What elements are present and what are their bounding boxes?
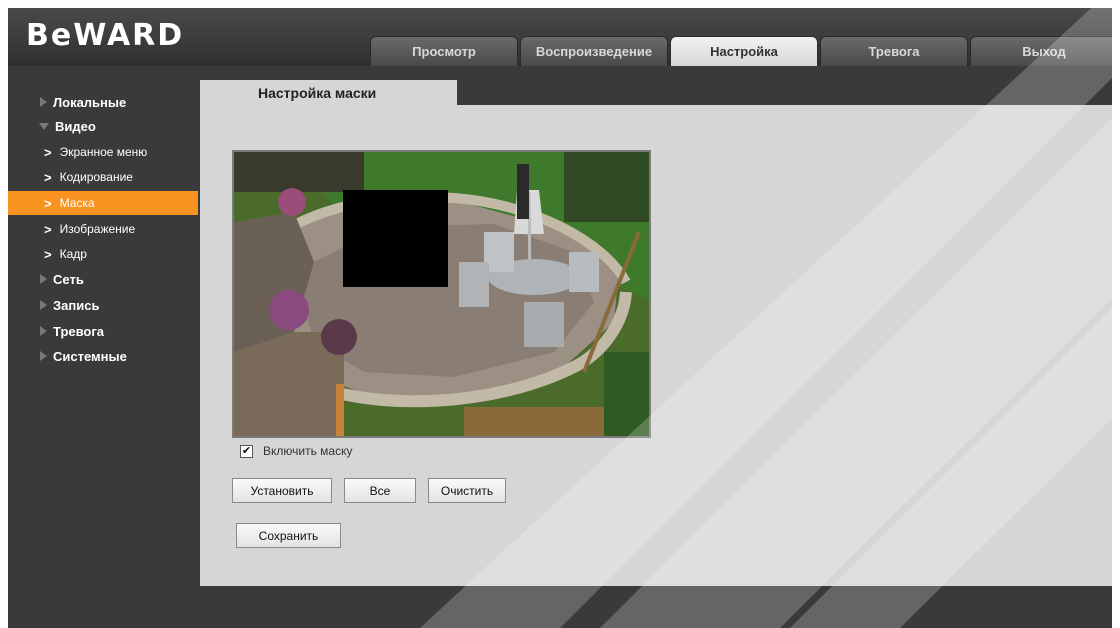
sidebar-subitem-label: Маска	[59, 196, 95, 210]
enable-mask-checkbox[interactable]: ✔	[240, 444, 253, 458]
beward-logo: BeWARD	[26, 18, 185, 53]
sidebar-subitem-image[interactable]: > Изображение	[8, 217, 198, 241]
app-window: BeWARD Просмотр Воспроизведение Настройк…	[8, 8, 1112, 628]
content-panel: Настройка маски ✔ Включить маску Установ…	[200, 80, 1112, 586]
sidebar-subitem-label: Кадр	[59, 247, 87, 261]
sidebar: Локальные Видео > Экранное меню > Кодиро…	[8, 66, 200, 628]
sidebar-item-alarm[interactable]: Тревога	[8, 319, 198, 343]
sidebar-subitem-label: Экранное меню	[59, 145, 148, 159]
triangle-right-icon	[40, 97, 47, 107]
sidebar-item-label: Системные	[53, 348, 127, 364]
privacy-mask-region[interactable]	[343, 190, 448, 287]
chevron-right-icon: >	[44, 195, 52, 211]
header: BeWARD Просмотр Воспроизведение Настройк…	[8, 8, 1112, 66]
triangle-down-icon	[39, 122, 49, 130]
save-button[interactable]: Сохранить	[236, 523, 341, 548]
chevron-right-icon: >	[44, 246, 52, 262]
sidebar-item-label: Локальные	[53, 94, 127, 110]
sidebar-item-label: Видео	[55, 118, 96, 134]
sidebar-item-label: Запись	[53, 297, 100, 313]
all-button[interactable]: Все	[344, 478, 416, 503]
video-preview[interactable]	[232, 150, 651, 438]
tab-settings[interactable]: Настройка	[670, 36, 818, 66]
sidebar-subitem-osd[interactable]: > Экранное меню	[8, 140, 198, 164]
tab-view[interactable]: Просмотр	[370, 36, 518, 66]
chevron-right-icon: >	[44, 144, 52, 160]
sidebar-subitem-label: Изображение	[59, 222, 136, 236]
set-button[interactable]: Установить	[232, 478, 332, 503]
sidebar-subitem-mask[interactable]: > Маска	[8, 191, 198, 215]
tab-logout[interactable]: Выход	[970, 36, 1112, 66]
enable-mask-label: Включить маску	[263, 444, 353, 458]
clear-button[interactable]: Очистить	[428, 478, 506, 503]
sidebar-subitem-encoding[interactable]: > Кодирование	[8, 165, 198, 189]
sidebar-subitem-frame[interactable]: > Кадр	[8, 242, 198, 266]
sidebar-item-label: Тревога	[53, 323, 105, 339]
triangle-right-icon	[40, 274, 47, 284]
sidebar-item-video[interactable]: Видео	[8, 114, 198, 138]
triangle-right-icon	[40, 300, 47, 310]
triangle-right-icon	[40, 326, 47, 336]
chevron-right-icon: >	[44, 169, 52, 185]
sidebar-item-system[interactable]: Системные	[8, 344, 198, 368]
enable-mask-row: ✔ Включить маску	[240, 444, 352, 458]
triangle-right-icon	[40, 351, 47, 361]
tab-playback[interactable]: Воспроизведение	[520, 36, 668, 66]
sidebar-item-record[interactable]: Запись	[8, 293, 198, 317]
top-tabs: Просмотр Воспроизведение Настройка Трево…	[370, 36, 1112, 66]
mask-settings-tab[interactable]: Настройка маски	[200, 80, 457, 106]
sidebar-subitem-label: Кодирование	[59, 170, 133, 184]
sidebar-item-network[interactable]: Сеть	[8, 267, 198, 291]
chevron-right-icon: >	[44, 221, 52, 237]
sidebar-item-local[interactable]: Локальные	[8, 90, 198, 114]
tab-alarm[interactable]: Тревога	[820, 36, 968, 66]
sidebar-item-label: Сеть	[53, 271, 84, 287]
